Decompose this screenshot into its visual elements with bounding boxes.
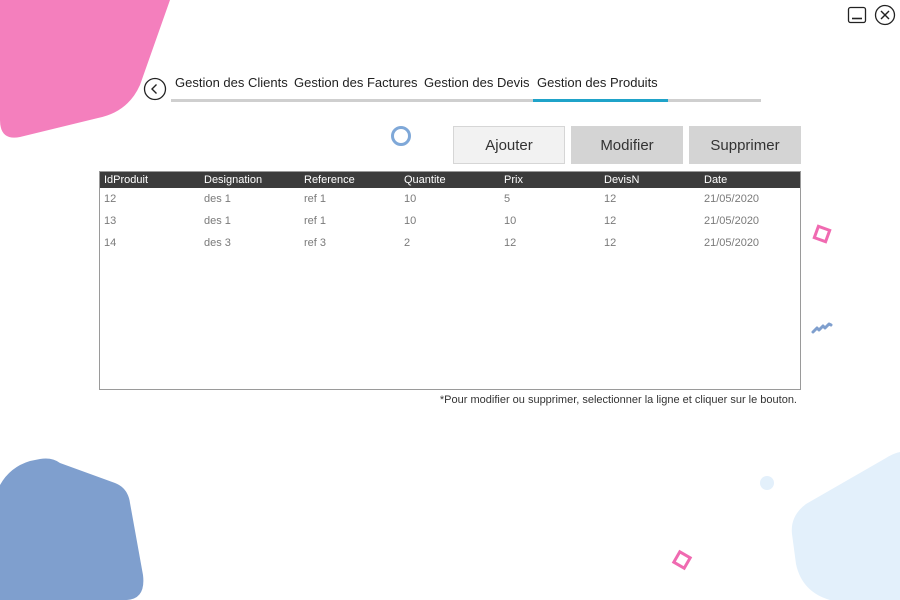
table-row[interactable]: 14 des 3 ref 3 2 12 12 21/05/2020 bbox=[100, 232, 800, 254]
column-header[interactable]: Reference bbox=[300, 172, 400, 188]
table-cell: des 1 bbox=[204, 193, 231, 205]
tab-label: Gestion des Produits bbox=[537, 75, 658, 90]
table-cell: 13 bbox=[104, 215, 117, 227]
column-header[interactable]: DevisN bbox=[600, 172, 700, 188]
tab-factures[interactable]: Gestion des Factures bbox=[294, 72, 418, 102]
add-button[interactable]: Ajouter bbox=[453, 126, 565, 164]
pink-blob-decoration bbox=[0, 0, 170, 138]
table-cell: 21/05/2020 bbox=[704, 193, 760, 205]
table-cell: 12 bbox=[604, 237, 617, 249]
tab-produits[interactable]: Gestion des Produits bbox=[533, 72, 668, 102]
table-cell: 12 bbox=[604, 193, 617, 205]
pink-square-decoration bbox=[812, 224, 832, 244]
zigzag-decoration bbox=[811, 322, 833, 334]
table-cell: 12 bbox=[104, 193, 117, 205]
table-cell: ref 1 bbox=[304, 193, 327, 205]
table-cell: 10 bbox=[504, 215, 517, 227]
table-cell: 21/05/2020 bbox=[704, 237, 760, 249]
blue-ring-decoration bbox=[391, 126, 411, 146]
delete-button[interactable]: Supprimer bbox=[689, 126, 801, 164]
column-header[interactable]: Prix bbox=[500, 172, 600, 188]
tab-label: Gestion des Devis bbox=[424, 75, 530, 90]
active-tab-indicator bbox=[533, 99, 668, 102]
column-header[interactable]: Date bbox=[700, 172, 800, 188]
column-header[interactable]: Quantite bbox=[400, 172, 500, 188]
tab-bar: Gestion des Clients Gestion des Factures… bbox=[171, 72, 761, 102]
tab-devis[interactable]: Gestion des Devis bbox=[424, 72, 530, 102]
table-cell: des 3 bbox=[204, 237, 231, 249]
table-cell: 21/05/2020 bbox=[704, 215, 760, 227]
column-header[interactable]: Designation bbox=[200, 172, 300, 188]
table-cell: 12 bbox=[604, 215, 617, 227]
minimize-icon[interactable] bbox=[846, 4, 868, 26]
blue-dot-decoration bbox=[760, 476, 774, 490]
table-cell: ref 1 bbox=[304, 215, 327, 227]
modify-button[interactable]: Modifier bbox=[571, 126, 683, 164]
light-blue-hexagon-decoration bbox=[791, 452, 900, 600]
pink-square-decoration-bottom bbox=[671, 549, 693, 571]
column-header[interactable]: IdProduit bbox=[100, 172, 200, 188]
table-cell: 12 bbox=[504, 237, 517, 249]
table-row[interactable]: 13 des 1 ref 1 10 10 12 21/05/2020 bbox=[100, 210, 800, 232]
table-cell: 10 bbox=[404, 193, 417, 205]
tab-label: Gestion des Clients bbox=[175, 75, 288, 90]
table-cell: 14 bbox=[104, 237, 117, 249]
selection-hint: *Pour modifier ou supprimer, selectionne… bbox=[439, 394, 797, 406]
blue-hexagon-decoration bbox=[0, 458, 144, 600]
products-table[interactable]: IdProduit Designation Reference Quantite… bbox=[99, 171, 801, 390]
table-cell: 5 bbox=[504, 193, 511, 205]
tab-label: Gestion des Factures bbox=[294, 75, 418, 90]
table-header: IdProduit Designation Reference Quantite… bbox=[100, 172, 800, 188]
table-cell: 10 bbox=[404, 215, 417, 227]
table-cell: ref 3 bbox=[304, 237, 327, 249]
back-button[interactable] bbox=[143, 77, 167, 101]
close-icon[interactable] bbox=[874, 4, 896, 26]
table-cell: 2 bbox=[404, 237, 411, 249]
table-row[interactable]: 12 des 1 ref 1 10 5 12 21/05/2020 bbox=[100, 188, 800, 210]
table-cell: des 1 bbox=[204, 215, 231, 227]
tab-clients[interactable]: Gestion des Clients bbox=[175, 72, 288, 102]
